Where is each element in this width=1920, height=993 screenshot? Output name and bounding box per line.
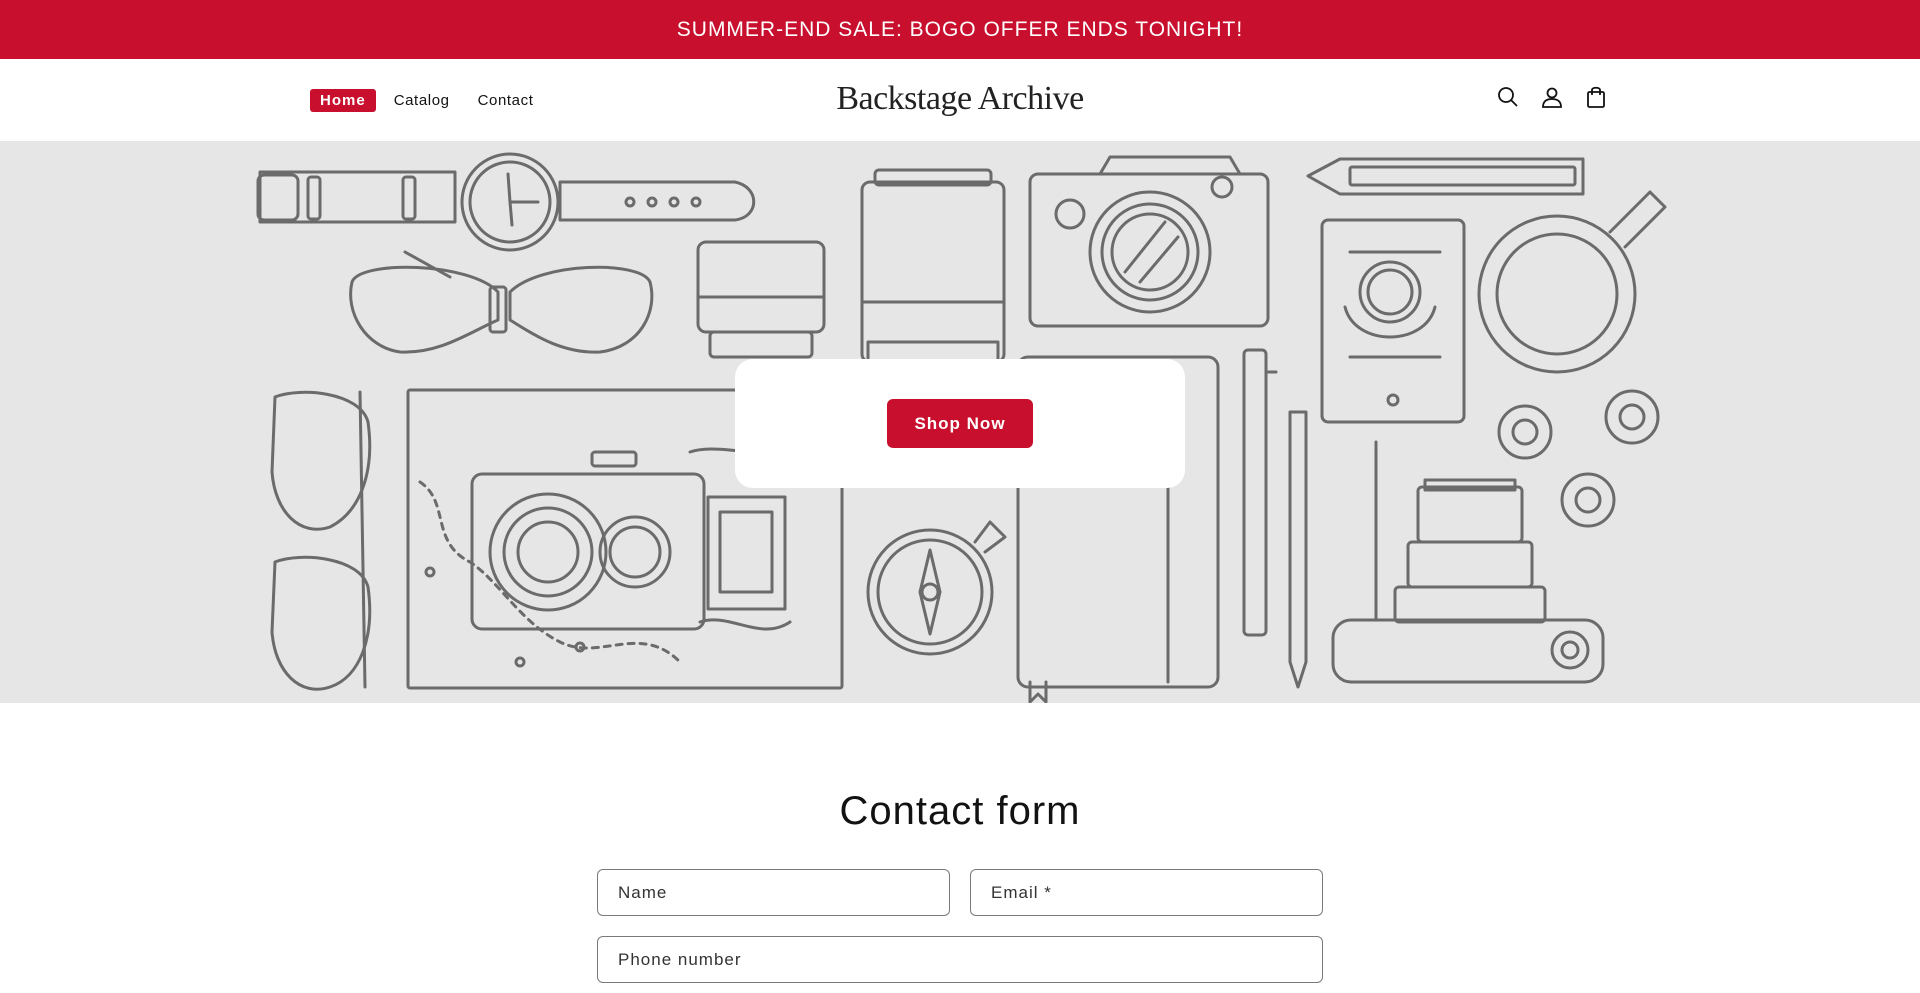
pen-illustration bbox=[1242, 348, 1308, 689]
camera-illustration bbox=[1028, 155, 1270, 328]
lens-large-illustration bbox=[860, 168, 1006, 374]
hero-cta-box: Shop Now bbox=[735, 359, 1185, 488]
sunglasses-illustration bbox=[270, 390, 372, 691]
name-field[interactable] bbox=[597, 869, 950, 916]
film-camera-illustration bbox=[1331, 440, 1605, 684]
passport-illustration bbox=[1320, 218, 1466, 424]
contact-form-title: Contact form bbox=[839, 789, 1081, 833]
pencil-illustration bbox=[1306, 157, 1585, 196]
watch-illustration bbox=[256, 152, 756, 252]
announcement-bar: SUMMER-END SALE: BOGO OFFER ENDS TONIGHT… bbox=[0, 0, 1920, 59]
search-icon[interactable] bbox=[1496, 84, 1520, 110]
lens-small-illustration bbox=[696, 240, 826, 359]
header-icons bbox=[1496, 84, 1608, 110]
compass-illustration bbox=[866, 520, 1007, 656]
account-icon[interactable] bbox=[1540, 84, 1564, 110]
bowtie-illustration bbox=[349, 250, 654, 354]
magnifier-illustration bbox=[1477, 190, 1667, 374]
hero-banner: Shop Now bbox=[0, 142, 1920, 703]
phone-field[interactable] bbox=[597, 936, 1323, 983]
cart-icon[interactable] bbox=[1584, 84, 1608, 110]
brand-logo[interactable]: Backstage Archive bbox=[0, 80, 1920, 118]
shop-now-button[interactable]: Shop Now bbox=[887, 399, 1033, 448]
site-header: Home Catalog Contact Backstage Archive bbox=[0, 59, 1920, 142]
email-field[interactable] bbox=[970, 869, 1323, 916]
announcement-text: SUMMER-END SALE: BOGO OFFER ENDS TONIGHT… bbox=[676, 17, 1244, 41]
